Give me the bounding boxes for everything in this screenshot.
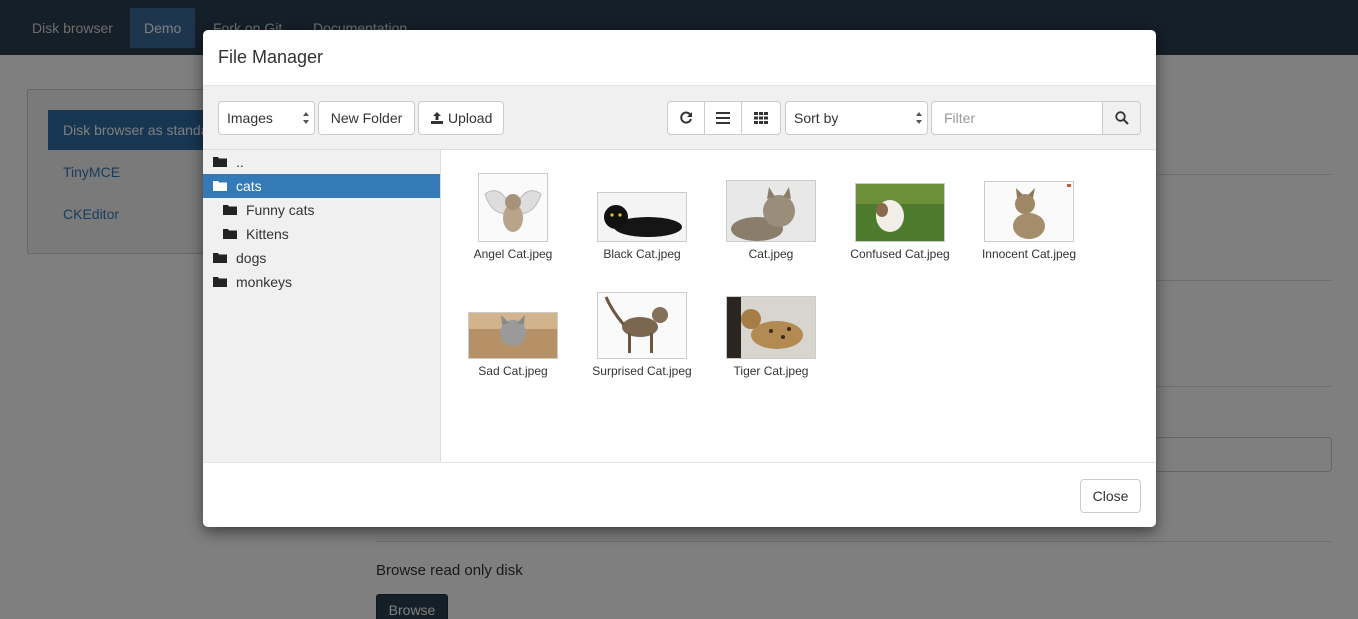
select-arrows-icon bbox=[303, 112, 309, 124]
file-name: Black Cat.jpeg bbox=[603, 247, 681, 261]
tree-item-kittens[interactable]: Kittens bbox=[203, 222, 440, 246]
tree-item-label: monkeys bbox=[236, 274, 293, 290]
cat-image-icon bbox=[479, 174, 547, 241]
grid-view-icon bbox=[754, 112, 768, 124]
cat-image-icon bbox=[856, 184, 944, 241]
search-button[interactable] bbox=[1102, 101, 1141, 135]
tree-item-label: cats bbox=[236, 178, 262, 194]
file-name: Confused Cat.jpeg bbox=[850, 247, 950, 261]
tree-item-monkeys[interactable]: monkeys bbox=[203, 270, 440, 294]
filter-input[interactable]: Filter bbox=[931, 101, 1103, 135]
cat-image-icon bbox=[727, 181, 815, 241]
file-thumbnail bbox=[984, 181, 1074, 242]
search-icon bbox=[1115, 111, 1129, 125]
upload-icon bbox=[431, 112, 443, 124]
folder-icon bbox=[223, 229, 237, 239]
tree-item-cats[interactable]: cats bbox=[203, 174, 440, 198]
file-name: Sad Cat.jpeg bbox=[478, 364, 548, 378]
folder-icon bbox=[213, 157, 227, 167]
file-thumbnail bbox=[468, 312, 558, 359]
folder-icon bbox=[213, 181, 227, 191]
close-button[interactable]: Close bbox=[1080, 479, 1141, 513]
modal-footer: Close bbox=[203, 462, 1156, 527]
cat-image-icon bbox=[598, 193, 686, 241]
refresh-icon bbox=[680, 111, 692, 124]
file-toolbar: Images New Folder Upload Sort by Filter bbox=[203, 86, 1156, 150]
folder-tree: .. cats Funny cats Kittens dogs monkeys bbox=[203, 150, 441, 462]
modal-title: File Manager bbox=[218, 47, 324, 67]
file-manager-modal: File Manager Images New Folder Upload So… bbox=[203, 30, 1156, 527]
list-view-icon bbox=[716, 112, 730, 124]
grid-view-button[interactable] bbox=[741, 101, 781, 135]
cat-image-icon bbox=[469, 313, 557, 358]
tree-item-parent[interactable]: .. bbox=[203, 150, 440, 174]
folder-icon bbox=[223, 205, 237, 215]
modal-header: File Manager bbox=[203, 30, 1156, 86]
sort-select-value: Sort by bbox=[794, 110, 839, 126]
file-thumbnail bbox=[726, 180, 816, 242]
cat-image-icon bbox=[727, 297, 815, 358]
file-thumbnail bbox=[597, 292, 687, 359]
upload-label: Upload bbox=[448, 110, 493, 126]
tree-item-funny-cats[interactable]: Funny cats bbox=[203, 198, 440, 222]
file-type-select[interactable]: Images bbox=[218, 101, 315, 135]
file-thumbnail bbox=[478, 173, 548, 242]
tree-item-label: Funny cats bbox=[246, 202, 315, 218]
folder-icon bbox=[213, 253, 227, 263]
upload-button[interactable]: Upload bbox=[418, 101, 504, 135]
tree-item-label: .. bbox=[236, 154, 244, 170]
file-name: Angel Cat.jpeg bbox=[473, 247, 553, 261]
cat-image-icon bbox=[985, 182, 1073, 241]
list-view-button[interactable] bbox=[704, 101, 742, 135]
refresh-button[interactable] bbox=[667, 101, 705, 135]
file-grid: Angel Cat.jpeg Black Cat.jpeg Cat.jpeg C… bbox=[441, 150, 1156, 462]
file-name: Tiger Cat.jpeg bbox=[733, 364, 809, 378]
file-type-select-value: Images bbox=[227, 110, 273, 126]
file-name: Surprised Cat.jpeg bbox=[592, 364, 692, 378]
tree-item-dogs[interactable]: dogs bbox=[203, 246, 440, 270]
tree-item-label: Kittens bbox=[246, 226, 289, 242]
file-thumbnail bbox=[855, 183, 945, 242]
new-folder-button[interactable]: New Folder bbox=[318, 101, 415, 135]
file-name: Cat.jpeg bbox=[748, 247, 794, 261]
tree-item-label: dogs bbox=[236, 250, 267, 266]
file-thumbnail bbox=[597, 192, 687, 242]
file-name: Innocent Cat.jpeg bbox=[981, 247, 1077, 261]
folder-icon bbox=[213, 277, 227, 287]
file-thumbnail bbox=[726, 296, 816, 359]
cat-image-icon bbox=[598, 293, 686, 358]
sort-select[interactable]: Sort by bbox=[785, 101, 928, 135]
select-arrows-icon bbox=[916, 112, 922, 124]
